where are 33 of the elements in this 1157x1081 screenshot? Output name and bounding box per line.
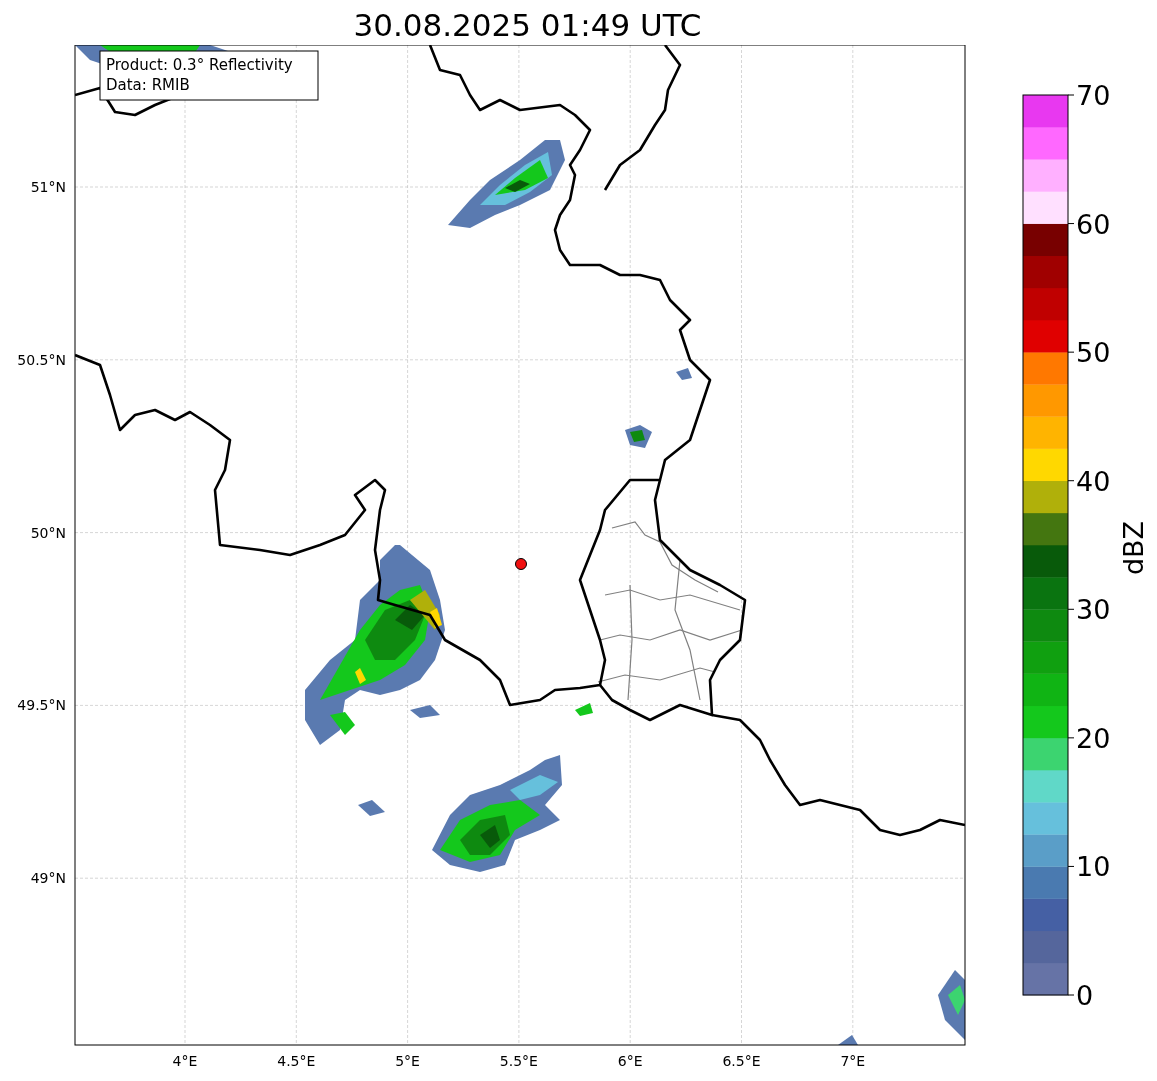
colorbar-tick-label: 60 <box>1076 208 1111 240</box>
latitude-label: 50°N <box>30 524 66 541</box>
info-text: Data: RMIB <box>106 76 190 94</box>
tick-mark <box>1067 223 1075 225</box>
colorbar-tick-label: 40 <box>1076 465 1111 497</box>
tick-mark <box>1067 480 1075 482</box>
colorbar-label: dBZ <box>1118 520 1149 576</box>
longitude-label: 5°E <box>395 1053 420 1069</box>
tick-mark <box>1067 865 1075 867</box>
longitude-label: 5.5°E <box>499 1053 538 1069</box>
info-text: Product: 0.3° Reflectivity <box>106 56 293 74</box>
colorbar-tick-label: 0 <box>1076 980 1094 1011</box>
latitude-label: 49°N <box>30 870 66 887</box>
radar-site-marker <box>515 558 527 570</box>
tick-mark <box>1067 94 1075 96</box>
longitude-label: 6°E <box>617 1053 643 1069</box>
colorbar-tick-label: 50 <box>1076 337 1111 369</box>
colorbar-tick-label: 30 <box>1076 594 1111 626</box>
tick-mark <box>1067 608 1075 610</box>
latitude-label: 49.5°N <box>17 697 66 714</box>
longitude-label: 4.5°E <box>277 1053 316 1069</box>
colorbar-tick-label: 20 <box>1076 722 1111 754</box>
longitude-label: 6.5°E <box>722 1053 761 1069</box>
tick-mark <box>1067 994 1075 996</box>
longitude-label: 4°E <box>172 1053 198 1069</box>
latitude-label: 50.5°N <box>17 351 66 368</box>
latitude-label: 51°N <box>30 179 66 195</box>
tick-mark <box>1067 351 1075 353</box>
colorbar-tick-label: 70 <box>1076 80 1111 111</box>
longitude-label: 7°E <box>840 1053 866 1069</box>
colorbar-tick-label: 10 <box>1076 851 1111 883</box>
tick-mark <box>1067 737 1075 739</box>
chart-title: 30.08.2025 01:49 UTC <box>352 6 703 45</box>
